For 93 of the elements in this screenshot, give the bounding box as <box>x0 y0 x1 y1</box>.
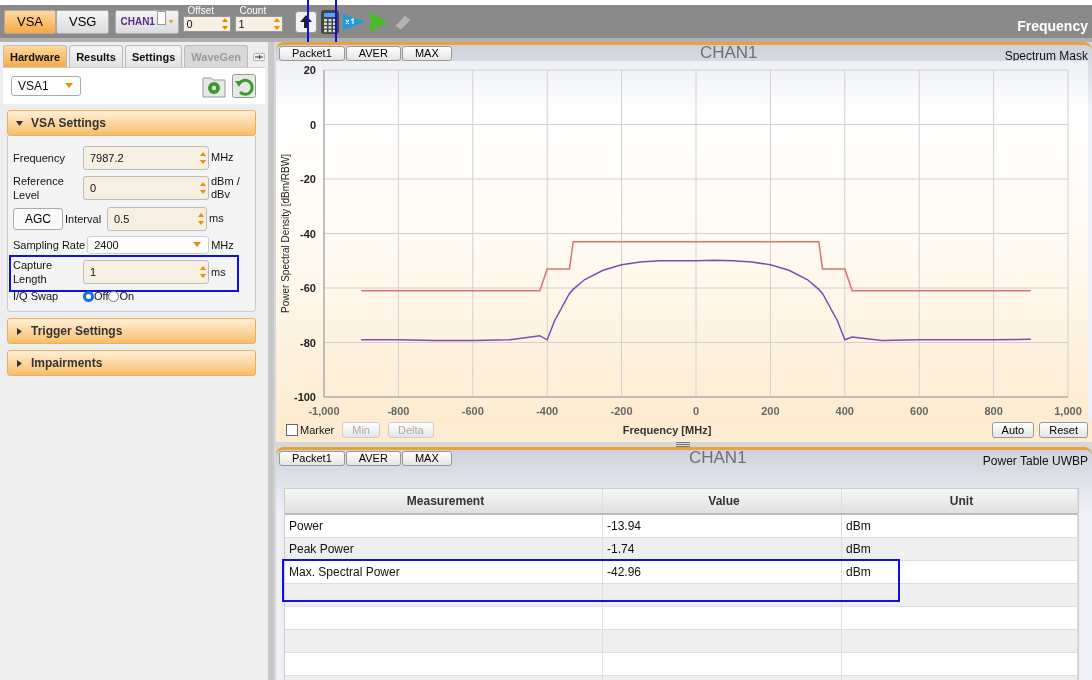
y-tick-label: -20 <box>300 173 316 185</box>
field-label: Interval <box>65 212 103 225</box>
sidebar-tab[interactable]: Results <box>69 45 123 67</box>
view-tab[interactable]: Packet1 <box>279 45 345 61</box>
x-tick-label: -200 <box>610 405 633 417</box>
unit-label: ms <box>208 212 225 225</box>
zoom-button[interactable]: Auto <box>991 422 1035 438</box>
device-dropdown[interactable]: VSA1 <box>11 76 81 96</box>
channel-title: CHAN1 <box>687 450 748 466</box>
undo-icon[interactable] <box>232 74 256 98</box>
table-cell: Max. Spectral Power <box>285 561 603 583</box>
radio-button[interactable] <box>108 290 120 302</box>
calculator-icon[interactable] <box>321 9 340 34</box>
view-tab[interactable]: Packet1 <box>279 450 345 466</box>
column-header: Unit <box>842 489 1078 513</box>
spinner-label: Offset <box>187 5 215 16</box>
unit-label: MHz <box>210 151 235 164</box>
caret-icon[interactable] <box>168 18 175 25</box>
x-tick-label: 600 <box>910 405 929 417</box>
y-tick-label: 20 <box>303 64 316 76</box>
number-field[interactable]: 1 <box>83 260 209 284</box>
unit-label: dBm / dBv <box>210 175 241 201</box>
field-label: Reference Level <box>13 174 65 202</box>
channel-title: CHAN1 <box>698 45 759 61</box>
checkbox-label: Marker <box>300 424 335 436</box>
y-tick-label: -80 <box>300 336 316 349</box>
y-tick-label: -40 <box>300 227 316 240</box>
x-tick-label: 400 <box>835 405 854 417</box>
view-tab[interactable]: AVER <box>345 45 401 61</box>
number-field[interactable]: 0 <box>183 16 232 32</box>
channel-dropdown[interactable]: CHAN1 <box>115 9 180 34</box>
y-tick-label: -100 <box>293 391 316 403</box>
view-tab[interactable]: MAX <box>401 450 452 466</box>
field-label: Frequency <box>13 150 66 165</box>
caret-icon[interactable] <box>192 242 203 248</box>
table-cell: Peak Power <box>285 538 603 560</box>
table-cell: dBm <box>842 538 1078 560</box>
y-tick-label: 0 <box>309 118 316 131</box>
table-cell: -1.74 <box>603 538 842 560</box>
panel-title: Spectrum Mask <box>1004 49 1088 63</box>
view-tab[interactable]: AVER <box>345 450 401 466</box>
x-tick-label: -1,000 <box>308 405 340 417</box>
caret-icon[interactable] <box>64 83 74 89</box>
splitter-grip-icon[interactable] <box>676 442 690 447</box>
field-label: Capture Length <box>13 258 54 286</box>
x-tick-label: 800 <box>984 405 1003 417</box>
column-header: Value <box>603 489 842 513</box>
agc-button[interactable]: AGC <box>13 207 63 230</box>
view-title: Frequency <box>1017 17 1088 34</box>
x-axis-label: Frequency [MHz] <box>622 424 712 436</box>
x-tick-label: 1,000 <box>1054 405 1082 417</box>
sidebar-tab[interactable]: Hardware <box>3 45 68 67</box>
number-field[interactable]: 0.5 <box>107 206 207 231</box>
rate-dropdown[interactable]: 2400 <box>87 236 210 254</box>
sidebar-tab[interactable]: Settings <box>124 45 183 67</box>
mode-tab[interactable]: VSG <box>56 9 110 34</box>
zoom-button[interactable]: Reset <box>1039 422 1088 438</box>
table-cell: Power <box>285 515 603 537</box>
mode-tab[interactable]: VSA <box>4 9 56 34</box>
number-field[interactable]: 1 <box>235 16 284 32</box>
section-header[interactable]: Impairments <box>7 350 256 376</box>
table-cell: -13.94 <box>603 515 842 537</box>
x-tick-label: 200 <box>761 405 780 417</box>
radio-label: Off <box>94 290 109 302</box>
gear-folder-icon[interactable] <box>202 74 226 98</box>
section-header[interactable]: Trigger Settings <box>7 318 256 344</box>
triangle-right-icon <box>16 359 23 367</box>
pin-icon[interactable] <box>253 51 265 63</box>
spinner-label: Count <box>239 5 268 16</box>
field-label: I/Q Swap <box>13 289 60 303</box>
view-tab[interactable]: MAX <box>401 45 452 61</box>
section-header[interactable]: VSA Settings <box>7 110 256 136</box>
table-cell: -42.96 <box>603 561 842 583</box>
table-cell: dBm <box>842 515 1078 537</box>
triangle-right-icon <box>16 327 23 335</box>
y-axis-label: Power Spectral Density [dBm/RBW] <box>280 154 291 313</box>
radio-label: On <box>119 290 135 302</box>
marker-checkbox[interactable] <box>286 424 298 436</box>
triangle-down-icon <box>16 119 23 127</box>
column-header: Measurement <box>285 489 603 513</box>
y-tick-label: -60 <box>300 282 316 294</box>
panel-title: Power Table UWBP <box>982 454 1088 468</box>
unit-label: ms <box>210 265 227 279</box>
table-cell: dBm <box>842 561 1078 583</box>
radio-button[interactable] <box>83 290 94 302</box>
field-label: Sampling Rate <box>13 238 86 252</box>
unit-label: MHz <box>210 238 235 252</box>
x-tick-label: -400 <box>536 405 559 417</box>
number-field[interactable]: 0 <box>83 176 209 200</box>
x-tick-label: -800 <box>387 405 410 417</box>
x-tick-label: 0 <box>692 405 700 417</box>
number-field[interactable]: 7987.2 <box>83 145 209 170</box>
x-tick-label: -600 <box>461 405 484 417</box>
